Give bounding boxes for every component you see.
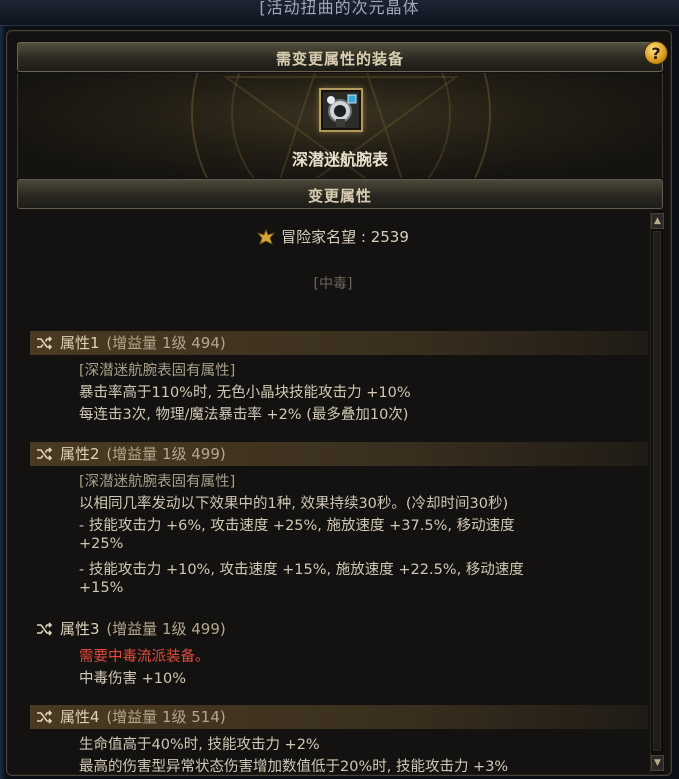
shuffle-icon xyxy=(36,619,54,643)
attribute-2-line: +25% xyxy=(79,536,124,552)
scroll-thumb[interactable] xyxy=(653,231,661,751)
attribute-4-level: (增益量 1级 514) xyxy=(106,708,226,726)
attribute-4-line: 生命值高于40%时, 技能攻击力 +2% xyxy=(79,737,320,753)
fame-label: 冒险家名望 : 2539 xyxy=(281,228,409,246)
adventurer-fame: 冒险家名望 : 2539 xyxy=(17,226,649,249)
question-icon: ? xyxy=(651,43,661,63)
attribute-1-level: (增益量 1级 494) xyxy=(106,334,226,352)
style-tag: [中毒] xyxy=(313,276,353,292)
scroll-down-icon[interactable]: ▼ xyxy=(651,755,664,771)
attribute-2-line: 以相同几率发动以下效果中的1种, 效果持续30秒。(冷却时间30秒) xyxy=(79,496,509,512)
attribute-2-line: - 技能攻击力 +6%, 攻击速度 +25%, 施放速度 +37.5%, 移动速… xyxy=(79,518,515,534)
attribute-2-title: 属性2 xyxy=(60,445,100,463)
change-attribute-title: 变更属性 xyxy=(307,187,372,205)
shuffle-icon xyxy=(36,333,54,357)
equipment-name: 深潜迷航腕表 xyxy=(291,150,388,169)
attribute-2-line: [深潜迷航腕表固有属性] xyxy=(79,474,236,490)
attribute-2-line: +15% xyxy=(79,580,124,596)
scrollbar[interactable]: ▲ ▼ xyxy=(650,211,664,773)
attribute-3-level: (增益量 1级 499) xyxy=(106,620,226,638)
equipment-display: 深潜迷航腕表 xyxy=(17,73,663,178)
attribute-3-requirement: 需要中毒流派装备。 xyxy=(79,649,210,665)
attribute-1-title: 属性1 xyxy=(60,334,100,352)
attribute-3-header[interactable]: 属性3 (增益量 1级 499) xyxy=(30,617,648,641)
scroll-up-icon[interactable]: ▲ xyxy=(651,213,664,229)
attribute-3-line: 中毒伤害 +10% xyxy=(79,671,186,687)
attribute-1-line: 每连击3次, 物理/魔法暴击率 +2% (最多叠加10次) xyxy=(79,407,409,423)
attribute-4-title: 属性4 xyxy=(60,708,100,726)
watch-icon xyxy=(323,92,359,128)
attribute-2-header[interactable]: 属性2 (增益量 1级 499) xyxy=(30,442,648,466)
fame-crest-icon xyxy=(256,228,276,249)
attribute-change-window: 需变更属性的装备 ? 深潜迷航腕表 变更属性 冒险家名望: 2539 [中毒]… xyxy=(6,30,672,776)
attribute-1-line: 暴击率高于110%时, 无色小晶块技能攻击力 +10% xyxy=(79,385,411,401)
attribute-3-title: 属性3 xyxy=(60,620,100,638)
attribute-4-line: 最高的伤害型异常状态伤害增加数值低于20%时, 技能攻击力 +3% xyxy=(79,759,509,775)
window-title: [活动扭曲的次元晶体 xyxy=(259,0,420,17)
change-attribute-header: 变更属性 xyxy=(17,179,663,209)
equipment-header: 需变更属性的装备 xyxy=(17,42,663,72)
shuffle-icon xyxy=(36,444,54,468)
help-button[interactable]: ? xyxy=(644,41,668,65)
shuffle-icon xyxy=(36,707,54,731)
attribute-2-level: (增益量 1级 499) xyxy=(106,445,226,463)
top-strip: [活动扭曲的次元晶体 xyxy=(0,0,679,26)
attribute-2-line: - 技能攻击力 +10%, 攻击速度 +15%, 施放速度 +22.5%, 移动… xyxy=(79,562,524,578)
attribute-list: 冒险家名望 : 2539 [中毒] 属性1 (增益量 1级 494) [深潜迷航… xyxy=(17,211,649,775)
equipment-header-title: 需变更属性的装备 xyxy=(275,50,404,68)
attribute-1-header[interactable]: 属性1 (增益量 1级 494) xyxy=(30,331,648,355)
attribute-1-line: [深潜迷航腕表固有属性] xyxy=(79,363,236,379)
equipment-slot[interactable] xyxy=(319,88,363,132)
attribute-4-header[interactable]: 属性4 (增益量 1级 514) xyxy=(30,705,648,729)
